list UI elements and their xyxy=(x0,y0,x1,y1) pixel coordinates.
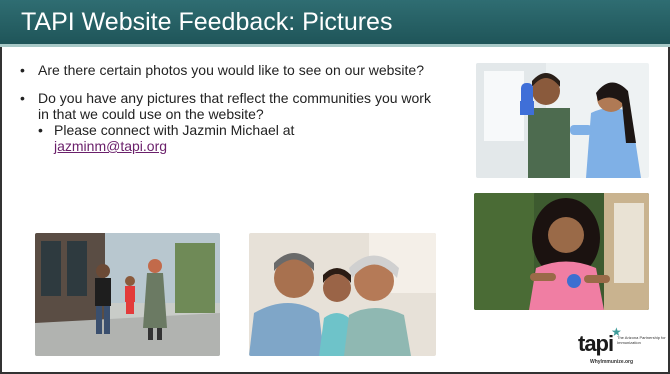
title-underline xyxy=(0,44,670,47)
logo-url: WhyImmunize.org xyxy=(590,359,634,365)
bullet-list: • Are there certain photos you would lik… xyxy=(20,62,440,166)
photo-family-walking xyxy=(35,233,220,356)
bullet-text: Are there certain photos you would like … xyxy=(38,62,425,78)
photo-boy-vaccination xyxy=(476,63,649,178)
logo-tagline: The Arizona Partnership for Immunization xyxy=(617,335,666,345)
bullet-marker: • xyxy=(38,122,43,138)
title-bar: TAPI Website Feedback: Pictures xyxy=(0,0,670,44)
slide: TAPI Website Feedback: Pictures • Are th… xyxy=(0,0,670,374)
logo-wordmark: tapi xyxy=(578,331,614,356)
photo-grandparents-child xyxy=(249,233,436,356)
bullet-marker: • xyxy=(20,62,25,78)
bullet-marker: • xyxy=(20,90,25,106)
email-link[interactable]: jazminm@tapi.org xyxy=(54,138,167,154)
slide-title: TAPI Website Feedback: Pictures xyxy=(21,8,393,36)
bullet-item: • Are there certain photos you would lik… xyxy=(20,62,440,78)
bullet-text: Do you have any pictures that reflect th… xyxy=(38,90,431,122)
sub-bullet-text: Please connect with Jazmin Michael at xyxy=(54,122,295,138)
bullet-item: • Do you have any pictures that reflect … xyxy=(20,90,440,154)
photo-girl-sticker xyxy=(474,193,649,310)
tapi-logo: tapi ★ The Arizona Partnership for Immun… xyxy=(578,325,666,369)
sub-bullet-item: • Please connect with Jazmin Michael at … xyxy=(38,122,440,154)
slide-left-border xyxy=(0,0,2,374)
